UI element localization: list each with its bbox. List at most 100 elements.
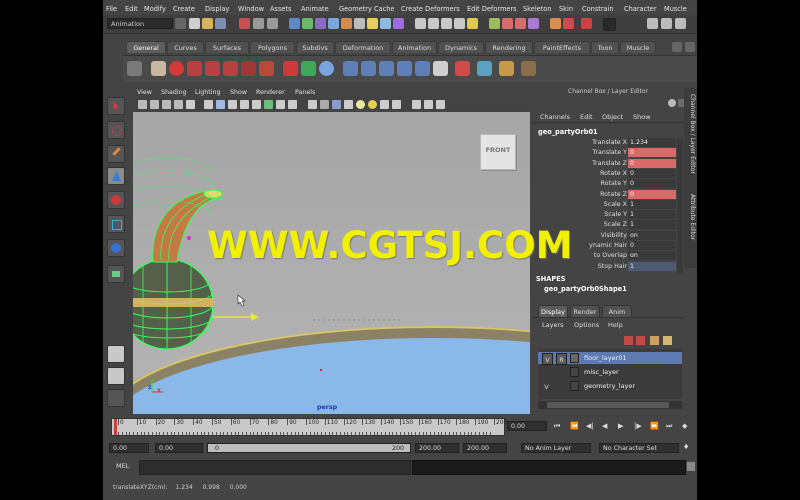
layer-visibility-toggle[interactable]: V	[542, 353, 553, 365]
dropdown-arrow-icon[interactable]	[175, 18, 186, 29]
joint-tool-icon-4[interactable]	[397, 61, 412, 76]
channel-value[interactable]: 0	[628, 148, 676, 158]
mask-rendering-icon[interactable]	[367, 18, 378, 29]
script-icon-4[interactable]	[241, 61, 256, 76]
ipr-render-icon[interactable]	[515, 18, 526, 29]
animation-start-field[interactable]: 0.00	[109, 443, 149, 453]
smooth-shade-icon[interactable]	[320, 100, 329, 109]
show-hide-tool-settings-icon[interactable]	[661, 18, 672, 29]
menu-edit[interactable]: Edit	[125, 5, 138, 13]
viewport-menu-panels[interactable]: Panels	[295, 89, 315, 96]
field-chart-icon[interactable]	[264, 100, 273, 109]
script-icon-3[interactable]	[223, 61, 238, 76]
show-hide-attr-editor-icon[interactable]	[647, 18, 658, 29]
lock-selection-icon[interactable]	[393, 18, 404, 29]
viewport-menu-renderer[interactable]: Renderer	[256, 89, 285, 96]
new-scene-icon[interactable]	[189, 18, 200, 29]
paint-tool-icon[interactable]	[521, 61, 536, 76]
viewport-menu-show[interactable]: Show	[230, 89, 247, 96]
last-tool-icon[interactable]	[107, 265, 125, 283]
layer-menu-layers[interactable]: Layers	[542, 321, 564, 329]
channel-scrollbar[interactable]	[677, 138, 683, 273]
channel-menu-edit[interactable]: Edit	[580, 113, 593, 121]
channel-value[interactable]: 0	[628, 179, 676, 189]
layer-menu-help[interactable]: Help	[608, 321, 623, 329]
viewport-menu-lighting[interactable]: Lighting	[195, 89, 220, 96]
shelf-tab-curves[interactable]: Curves	[167, 41, 204, 53]
move-layer-down-icon[interactable]	[636, 336, 645, 345]
single-pane-layout-icon[interactable]	[107, 345, 125, 363]
script-icon-1[interactable]	[187, 61, 202, 76]
layer-reference-toggle[interactable]	[556, 381, 565, 391]
mask-misc-icon[interactable]	[380, 18, 391, 29]
playback-start-field[interactable]: 0.00	[155, 443, 203, 453]
channel-value[interactable]: 0	[628, 189, 676, 199]
sphere-icon[interactable]	[319, 61, 334, 76]
wireframe-on-shaded-icon[interactable]	[332, 100, 341, 109]
grid-icon[interactable]	[216, 100, 225, 109]
step-back-key-icon[interactable]: ⏪	[570, 422, 579, 430]
menu-skeleton[interactable]: Skeleton	[523, 5, 552, 13]
script-icon-2[interactable]	[205, 61, 220, 76]
mask-deform-icon[interactable]	[341, 18, 352, 29]
brush-tool-icon[interactable]	[499, 61, 514, 76]
channel-row[interactable]: Scale Y1	[532, 210, 684, 220]
joint-tool-icon-5[interactable]	[415, 61, 430, 76]
xray-icon[interactable]	[344, 100, 353, 109]
make-live-icon[interactable]	[467, 18, 478, 29]
rotate-tool-icon[interactable]	[107, 191, 125, 209]
auto-key-icon[interactable]: ◆	[682, 422, 687, 430]
select-camera-icon[interactable]	[138, 100, 147, 109]
shelf-menu-icon[interactable]	[672, 42, 682, 52]
quick-field-icon[interactable]	[603, 18, 616, 31]
use-default-lighting-icon[interactable]	[356, 100, 365, 109]
channel-menu-show[interactable]: Show	[633, 113, 651, 121]
channel-row[interactable]: Rotate Z0	[532, 189, 684, 200]
layer-name[interactable]: floor_layer01	[584, 352, 627, 364]
textured-icon[interactable]	[392, 100, 401, 109]
play-forward-icon[interactable]: ▶	[618, 422, 623, 430]
green-shape-icon[interactable]	[301, 61, 316, 76]
render-settings-icon[interactable]	[528, 18, 539, 29]
menu-edit-deformers[interactable]: Edit Deformers	[467, 5, 517, 13]
safe-action-icon[interactable]	[276, 100, 285, 109]
layer-tab-anim[interactable]: Anim	[602, 305, 632, 317]
shelf-editor-icon[interactable]	[685, 42, 695, 52]
snap-curve-icon[interactable]	[428, 18, 439, 29]
layer-menu-options[interactable]: Options	[574, 321, 599, 329]
shelf-tab-polygons[interactable]: Polygons	[250, 41, 295, 53]
channel-value[interactable]: on	[628, 230, 676, 240]
bookmark-icon[interactable]	[162, 100, 171, 109]
high-quality-icon[interactable]	[436, 100, 445, 109]
lasso-tool-icon[interactable]	[107, 121, 125, 139]
menu-create[interactable]: Create	[173, 5, 195, 13]
current-time-marker[interactable]	[114, 419, 117, 435]
select-object-icon[interactable]	[253, 18, 264, 29]
show-hide-channel-box-icon[interactable]	[675, 18, 686, 29]
channel-value[interactable]: on	[628, 251, 676, 261]
menu-skin[interactable]: Skin	[559, 5, 573, 13]
play-backward-icon[interactable]: ◀	[602, 422, 607, 430]
channel-row[interactable]: Translate Y0	[532, 148, 684, 158]
mel-input[interactable]	[139, 460, 411, 475]
select-hierarchy-icon[interactable]	[239, 18, 250, 29]
shelf-tab-muscle[interactable]: Muscle	[620, 41, 656, 53]
menu-geometry-cache[interactable]: Geometry Cache	[339, 5, 394, 13]
shelf-tab-animation[interactable]: Animation	[392, 41, 437, 53]
channel-menu-object[interactable]: Object	[602, 113, 623, 121]
layer-reference-toggle[interactable]: R	[556, 353, 567, 365]
menu-modify[interactable]: Modify	[144, 5, 166, 13]
shelf-tab-painteffects[interactable]: PaintEffects	[534, 41, 590, 53]
input-output-icon[interactable]	[550, 18, 561, 29]
menu-muscle[interactable]: Muscle	[664, 5, 687, 13]
channel-value[interactable]: 0	[628, 168, 676, 178]
layer-tab-render[interactable]: Render	[570, 305, 600, 317]
film-reel-icon[interactable]	[151, 61, 166, 76]
paint-brush-icon[interactable]	[283, 61, 298, 76]
resolution-gate-icon[interactable]	[240, 100, 249, 109]
film-gate-icon[interactable]	[228, 100, 237, 109]
go-to-end-icon[interactable]: ⏭	[666, 422, 672, 431]
step-back-frame-icon[interactable]: ◀|	[586, 422, 594, 430]
layer-row-floor[interactable]: V R floor_layer01	[538, 352, 682, 365]
manipulator-tool-icon[interactable]	[107, 239, 125, 257]
